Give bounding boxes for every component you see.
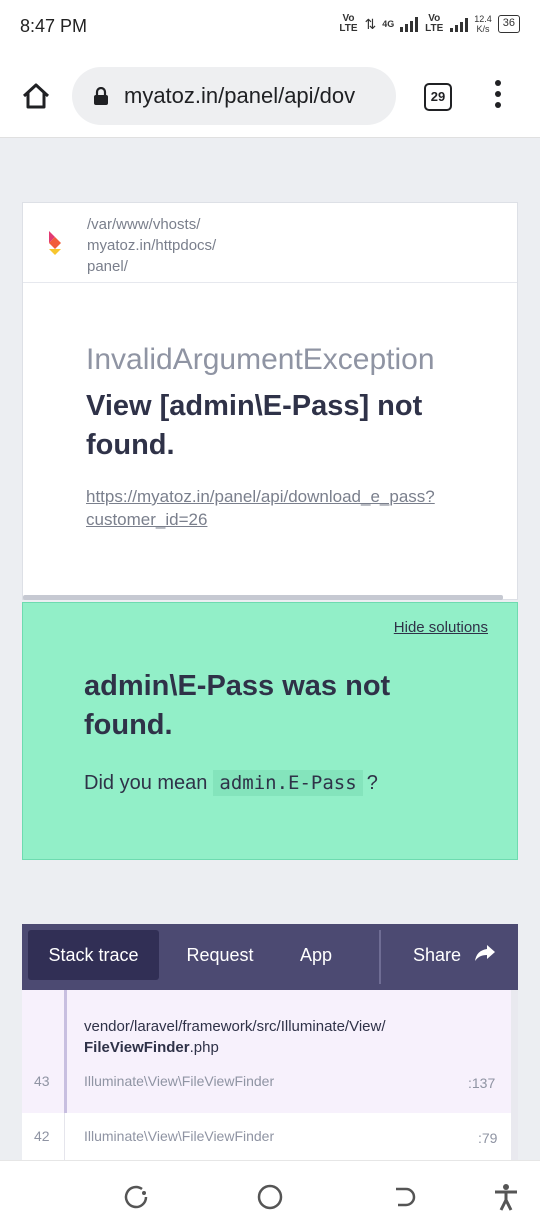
volte-label: Vo LTE [339, 13, 358, 34]
tab-switcher-button[interactable]: 29 [424, 83, 452, 111]
home-icon[interactable] [20, 80, 52, 112]
frame-class: Illuminate\View\FileViewFinder [84, 1073, 274, 1089]
signal-icon-2 [450, 16, 469, 32]
frame-index: 42 [34, 1128, 50, 1144]
share-button[interactable]: Share [402, 924, 472, 990]
signal-icon [400, 16, 419, 32]
request-url-line: https://myatoz.in/panel/api/download_e_p… [86, 487, 435, 506]
url-text: myatoz.in/panel/api/dov [124, 83, 356, 108]
status-bar: 8:47 PM Vo LTE ⇅ 4G Vo LTE 12.4 K/s 36 [0, 0, 540, 56]
home-nav-icon[interactable] [256, 1183, 284, 1211]
solution-description: Did you mean admin.E-Pass ? [84, 770, 378, 796]
app-path-header: /var/www/vhosts/ myatoz.in/httpdocs/ pan… [23, 203, 517, 283]
tab-request[interactable]: Request [172, 924, 268, 990]
network-type-label: 4G [382, 19, 395, 29]
exception-class: InvalidArgumentException [86, 343, 435, 376]
frame-file-path: vendor/laravel/framework/src/Illuminate/… [84, 1016, 386, 1058]
accessibility-icon[interactable] [492, 1183, 520, 1211]
frame-class-name: FileViewFinder [181, 1128, 275, 1144]
frame-marker [64, 990, 67, 1113]
net-speed-unit: K/s [476, 24, 490, 34]
solution-title: admin\E-Pass was not found. [84, 670, 391, 741]
frame-index: 43 [34, 1073, 50, 1089]
solution-suggestion: admin.E-Pass [213, 770, 363, 796]
frame-line-number: :137 [468, 1075, 496, 1091]
frame-file-ext: .php [189, 1039, 219, 1056]
app-path-line: myatoz.in/httpdocs/ [87, 237, 217, 254]
solution-suffix: ? [366, 771, 378, 794]
net-speed: 12.4 K/s [474, 14, 492, 34]
stack-frame-active[interactable]: vendor/laravel/framework/src/Illuminate/… [22, 990, 518, 1113]
app-path-line: panel/ [87, 258, 128, 275]
browser-toolbar: myatoz.in/panel/api/dov 29 [0, 56, 540, 138]
address-bar[interactable]: myatoz.in/panel/api/dov [72, 67, 396, 125]
data-arrows-icon: ⇅ [364, 15, 377, 32]
error-card: /var/www/vhosts/ myatoz.in/httpdocs/ pan… [22, 202, 518, 600]
stack-frames: vendor/laravel/framework/src/Illuminate/… [22, 990, 518, 1160]
app-path-line: /var/www/vhosts/ [87, 216, 201, 233]
frame-class-prefix: Illuminate\View\ [84, 1128, 182, 1144]
request-url-link[interactable]: https://myatoz.in/panel/api/download_e_p… [86, 485, 496, 531]
share-icon[interactable] [474, 943, 496, 963]
horizontal-scrollbar[interactable] [23, 595, 503, 600]
tab-app[interactable]: App [284, 924, 348, 990]
frame-class-prefix: Illuminate\View\ [84, 1073, 182, 1089]
request-url-line: customer_id=26 [86, 510, 208, 529]
vertical-scrollbar[interactable] [511, 990, 518, 1160]
net-speed-value: 12.4 [474, 14, 492, 24]
battery-icon: 36 [497, 15, 520, 33]
exception-message: View [admin\E-Pass] not found. [86, 390, 423, 461]
frame-file-dir: vendor/laravel/framework/src/Illuminate/… [84, 1018, 386, 1035]
hide-solutions-link[interactable]: Hide solutions [394, 619, 488, 636]
solution-text: Did you mean [84, 771, 208, 794]
volte-label-2: Vo LTE [425, 13, 444, 34]
status-time: 8:47 PM [20, 16, 88, 36]
status-icons: Vo LTE ⇅ 4G Vo LTE 12.4 K/s 36 [338, 14, 520, 34]
recent-apps-icon[interactable] [122, 1183, 150, 1211]
ignition-logo-icon [49, 231, 61, 255]
frame-line-number: :79 [478, 1130, 498, 1146]
system-nav-bar [0, 1160, 540, 1230]
lock-icon [94, 87, 108, 105]
stack-frame[interactable]: 42 Illuminate\View\FileViewFinder :79 [22, 1113, 518, 1160]
stack-nav: Stack trace Request App Share [22, 924, 518, 990]
frame-file-name: FileViewFinder [84, 1039, 190, 1056]
nav-divider [379, 930, 381, 984]
frame-class-name: FileViewFinder [181, 1073, 275, 1089]
tab-stack-trace[interactable]: Stack trace [28, 930, 159, 980]
app-path: /var/www/vhosts/ myatoz.in/httpdocs/ pan… [87, 214, 216, 277]
solution-panel: Hide solutions admin\E-Pass was not foun… [22, 602, 518, 860]
frame-class: Illuminate\View\FileViewFinder [84, 1128, 274, 1144]
back-nav-icon[interactable] [390, 1183, 418, 1211]
frame-marker [64, 1113, 65, 1160]
more-menu-icon[interactable] [490, 80, 506, 112]
frame-file-name-line: FileViewFinder.php [84, 1037, 386, 1058]
